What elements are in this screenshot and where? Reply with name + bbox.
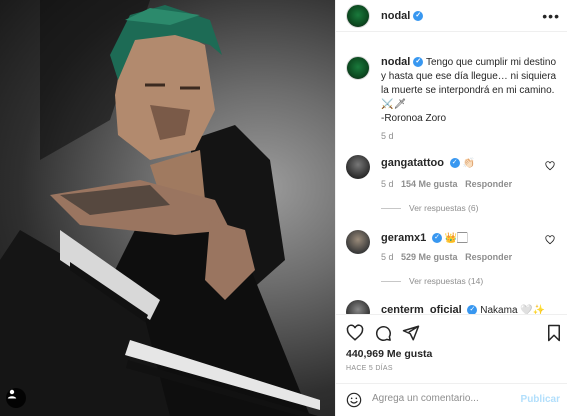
bookmark-icon[interactable] — [546, 324, 562, 342]
comment-verified-icon: ✓ — [449, 158, 460, 169]
publish-button[interactable]: Publicar — [521, 394, 560, 405]
view-replies-button[interactable]: Ver respuestas (6) — [381, 203, 478, 213]
header-username[interactable]: nodal ✓ — [381, 10, 424, 22]
verified-icon: ✓ — [413, 11, 424, 22]
username-text[interactable]: nodal — [381, 10, 410, 22]
comment-verified-icon: ✓ — [432, 233, 443, 244]
comment-input[interactable] — [372, 393, 512, 404]
comment-text: gangatattoo ✓ 👏🏻 — [381, 157, 475, 169]
post-photo[interactable] — [0, 0, 335, 416]
reply-button[interactable]: Responder — [465, 252, 512, 262]
like-count[interactable]: 440,969 Me gusta — [346, 348, 432, 360]
caption-author: -Roronoa Zoro — [381, 113, 447, 124]
caption-username[interactable]: nodal ✓ — [381, 56, 424, 68]
more-options-icon[interactable]: ••• — [542, 8, 560, 24]
comment-username[interactable]: geramx1 — [381, 232, 426, 244]
comment-avatar[interactable] — [346, 230, 370, 254]
post-sidebar: nodal ✓ ••• nodal ✓ Tengo que cumplir mi d… — [335, 0, 567, 416]
verified-icon: ✓ — [413, 57, 424, 68]
photo-illustration — [0, 0, 320, 416]
emoji-icon[interactable] — [346, 392, 362, 408]
caption-avatar[interactable] — [346, 56, 370, 80]
post-actions: 440,969 Me gusta HACE 5 DÍAS Publicar — [336, 314, 567, 414]
comment-time[interactable]: 5 d — [381, 252, 394, 262]
comment-icon[interactable] — [374, 324, 392, 342]
comment-avatar[interactable] — [346, 155, 370, 179]
caption-timestamp[interactable]: 5 d — [381, 131, 394, 141]
user-icon — [7, 389, 17, 399]
comment-meta: 5 d 154 Me gusta Responder — [381, 179, 512, 189]
view-replies-button[interactable]: Ver respuestas (14) — [381, 276, 483, 286]
comment-likes[interactable]: 154 Me gusta — [401, 179, 458, 189]
reply-button[interactable]: Responder — [465, 179, 512, 189]
comment-username[interactable]: gangatattoo — [381, 157, 444, 169]
avatar[interactable] — [346, 4, 370, 28]
post-time-ago[interactable]: HACE 5 DÍAS — [346, 365, 393, 372]
comment-time[interactable]: 5 d — [381, 179, 394, 189]
tag-people-button[interactable] — [6, 388, 26, 408]
share-icon[interactable] — [402, 324, 420, 342]
post-header: nodal ✓ ••• — [336, 0, 567, 32]
comment-text: geramx1 ✓ 👑🏻 — [381, 232, 467, 244]
comment-body: 👏🏻 — [462, 158, 475, 169]
comment-like-heart-icon[interactable] — [545, 161, 555, 171]
add-comment-bar: Publicar — [336, 383, 567, 416]
comment-body: 👑🏻 — [444, 233, 468, 244]
like-heart-icon[interactable] — [346, 324, 364, 342]
comment-likes[interactable]: 529 Me gusta — [401, 252, 458, 262]
comment-meta: 5 d 529 Me gusta Responder — [381, 252, 512, 262]
post-caption: nodal ✓ Tengo que cumplir mi destino y ha… — [381, 55, 561, 126]
comment-like-heart-icon[interactable] — [545, 235, 555, 245]
